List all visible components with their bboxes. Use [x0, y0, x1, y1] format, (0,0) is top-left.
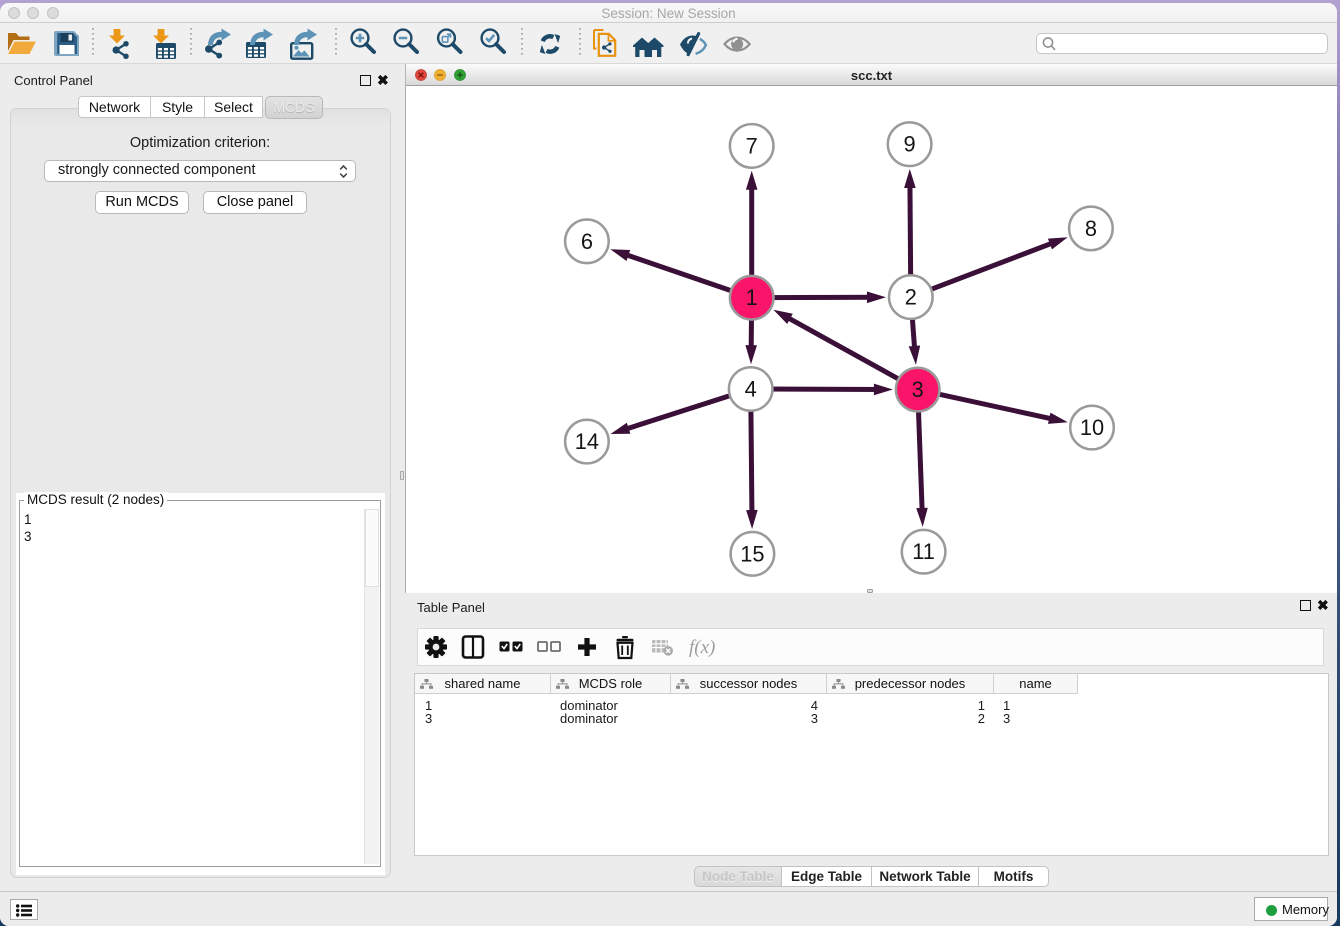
svg-text:f(x): f(x) — [689, 637, 715, 658]
svg-text:15: 15 — [740, 541, 764, 566]
svg-text:9: 9 — [904, 132, 916, 157]
svg-text:6: 6 — [581, 229, 593, 254]
svg-text:2: 2 — [905, 285, 917, 310]
svg-text:11: 11 — [912, 539, 935, 564]
svg-text:3: 3 — [912, 377, 924, 402]
svg-text:7: 7 — [746, 133, 758, 158]
svg-text:4: 4 — [745, 377, 757, 402]
svg-text:1: 1 — [746, 285, 758, 310]
svg-text:10: 10 — [1080, 415, 1104, 440]
svg-text:14: 14 — [575, 429, 599, 454]
svg-text:8: 8 — [1085, 216, 1097, 241]
